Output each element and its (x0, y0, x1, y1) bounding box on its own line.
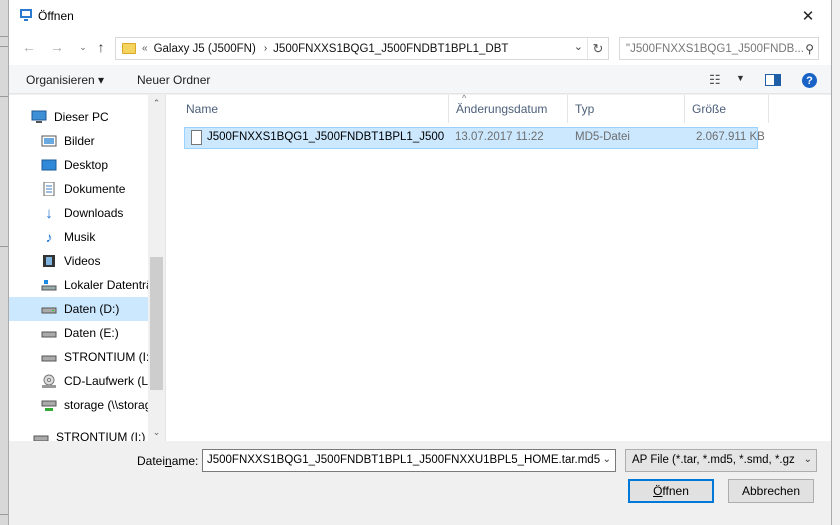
filename-label: Dateiname: (137, 454, 199, 468)
drive-icon (41, 326, 57, 340)
recent-locations-chevron-icon[interactable]: ⌄ (73, 37, 93, 57)
title-bar: Öffnen ✕ (9, 0, 831, 31)
sidebar-item-bilder[interactable]: Bilder (9, 129, 149, 153)
file-row[interactable]: J500FNXXS1BQG1_J500FNDBT1BPL1_J500... 13… (184, 127, 765, 149)
sidebar-item-downloads[interactable]: ↓ Downloads (9, 201, 149, 225)
sidebar-item-daten-e[interactable]: Daten (E:) (9, 321, 149, 345)
scroll-down-icon[interactable]: ⌄ (148, 424, 164, 441)
videos-icon (41, 254, 57, 268)
address-dropdown-icon[interactable]: ⌄ (574, 40, 583, 53)
sidebar-item-dieser-pc[interactable]: Dieser PC (9, 105, 149, 129)
sidebar-item-videos[interactable]: Videos (9, 249, 149, 273)
filename-value[interactable]: J500FNXXS1BQG1_J500FNDBT1BPL1_J500FNXXU1… (207, 454, 600, 466)
sidebar-item-label: Bilder (64, 134, 95, 148)
sidebar-item-label: STRONTIUM (I:) (56, 430, 146, 441)
sidebar-item-cd-laufwerk[interactable]: CD-Laufwerk (L: (9, 369, 149, 393)
dialog-footer: Dateiname: J500FNXXS1BQG1_J500FNDBT1BPL1… (9, 441, 831, 525)
breadcrumb-folder[interactable]: J500FNXXS1BQG1_J500FNDBT1BPL1_DBT (273, 43, 508, 55)
sidebar-item-label: Dieser PC (54, 110, 109, 124)
sidebar-item-strontium-root[interactable]: STRONTIUM (I:) (9, 425, 149, 441)
drive-icon (41, 350, 57, 364)
search-box[interactable]: "J500FNXXS1BQG1_J500FNDB... ⚲ (619, 37, 819, 60)
preview-pane-icon[interactable] (765, 74, 781, 86)
sidebar-item-strontium[interactable]: STRONTIUM (I:) (9, 345, 149, 369)
sidebar-item-label: Lokaler Datenträ (64, 278, 149, 292)
filename-dropdown-icon[interactable]: ⌄ (603, 454, 611, 465)
scroll-up-icon[interactable]: ⌃ (148, 95, 164, 112)
organize-button[interactable]: Organisieren ▾ (26, 73, 104, 87)
view-dropdown-icon[interactable]: ▼ (736, 73, 745, 83)
sidebar-item-daten-d[interactable]: Daten (D:) (9, 297, 148, 321)
address-bar[interactable]: « Galaxy J5 (J500FN) › J500FNXXS1BQG1_J5… (115, 37, 609, 60)
column-header-date[interactable]: Änderungsdatum (449, 95, 568, 123)
sidebar-item-musik[interactable]: ♪ Musik (9, 225, 149, 249)
new-folder-button[interactable]: Neuer Ordner (137, 73, 210, 87)
column-header-type[interactable]: Typ (568, 95, 685, 123)
close-icon[interactable]: ✕ (785, 0, 831, 31)
navigation-bar: ← → ⌄ ↑ « Galaxy J5 (J500FN) › J500FNXXS… (9, 31, 831, 65)
drive-icon (33, 430, 49, 441)
background-window-edge (0, 0, 8, 525)
file-list-pane: ^ Name Änderungsdatum Typ Größe J500FNXX… (165, 93, 831, 441)
sidebar-scrollbar[interactable]: ⌃ ⌄ (148, 95, 164, 441)
view-options-icon[interactable]: ☷ (709, 72, 721, 88)
address-overflow[interactable]: « (142, 43, 148, 54)
documents-icon (41, 182, 57, 196)
file-date: 13.07.2017 11:22 (455, 131, 544, 143)
downloads-icon: ↓ (45, 204, 53, 222)
sidebar-item-label: STRONTIUM (I:) (64, 350, 149, 364)
sidebar-item-label: Desktop (64, 158, 109, 172)
sidebar-item-dokumente[interactable]: Dokumente (9, 177, 149, 201)
desktop-icon (41, 158, 57, 172)
folder-icon (122, 43, 136, 54)
filetype-select[interactable]: AP File (*.tar, *.md5, *.smd, *.gz ⌄ (625, 449, 817, 472)
file-size: 2.067.911 KB (696, 131, 765, 143)
forward-arrow-icon[interactable]: → (47, 37, 67, 57)
command-toolbar: Organisieren ▾ Neuer Ordner ☷ ▼ ? (9, 65, 831, 94)
window-title: Öffnen (38, 9, 74, 23)
sidebar-item-label: storage (\\storag (64, 398, 149, 412)
pictures-icon (41, 134, 57, 148)
filetype-dropdown-icon[interactable]: ⌄ (803, 454, 812, 465)
breadcrumb-device[interactable]: Galaxy J5 (J500FN) (154, 43, 256, 55)
sidebar-item-label: Daten (D:) (64, 302, 120, 316)
search-icon[interactable]: ⚲ (805, 42, 814, 56)
local-drive-icon (41, 278, 57, 292)
open-button[interactable]: Öffnen (628, 479, 714, 503)
sidebar-item-label: CD-Laufwerk (L: (64, 374, 149, 388)
network-drive-icon (41, 398, 57, 412)
music-icon: ♪ (45, 229, 53, 245)
file-icon (191, 130, 202, 145)
cancel-button[interactable]: Abbrechen (728, 479, 814, 503)
breadcrumb-separator-icon[interactable]: › (264, 43, 267, 54)
sidebar-item-storage[interactable]: storage (\\storag (9, 393, 149, 417)
drive-icon (41, 302, 57, 316)
computer-icon (31, 110, 47, 124)
sidebar-item-label: Dokumente (64, 182, 126, 196)
up-arrow-icon[interactable]: ↑ (91, 37, 111, 57)
file-type: MD5-Datei (575, 131, 630, 143)
navigation-pane: Dieser PC Bilder Desktop Dokumente ↓ Dow… (9, 95, 164, 441)
filename-input[interactable]: J500FNXXS1BQG1_J500FNDBT1BPL1_J500FNXXU1… (202, 449, 616, 472)
cd-drive-icon (41, 374, 57, 388)
sidebar-item-lokaler-datentraeger[interactable]: Lokaler Datenträ (9, 273, 149, 297)
scrollbar-thumb[interactable] (150, 257, 163, 390)
search-input[interactable]: "J500FNXXS1BQG1_J500FNDB... (626, 43, 804, 55)
sidebar-item-desktop[interactable]: Desktop (9, 153, 149, 177)
sidebar-item-label: Musik (64, 230, 96, 244)
column-header-name[interactable]: Name (166, 95, 449, 123)
sidebar-item-label: Videos (64, 254, 101, 268)
column-header-size[interactable]: Größe (685, 95, 769, 123)
file-name: J500FNXXS1BQG1_J500FNDBT1BPL1_J500... (207, 131, 445, 143)
open-file-dialog: Öffnen ✕ ← → ⌄ ↑ « Galaxy J5 (J500FN) › … (8, 0, 832, 525)
refresh-icon[interactable]: ↻ (587, 38, 608, 59)
sidebar-item-label: Daten (E:) (64, 326, 119, 340)
filetype-value[interactable]: AP File (*.tar, *.md5, *.smd, *.gz (632, 454, 795, 466)
back-arrow-icon[interactable]: ← (19, 37, 39, 57)
app-icon (20, 9, 32, 21)
sidebar-item-label: Downloads (64, 206, 124, 220)
help-icon[interactable]: ? (802, 73, 817, 88)
